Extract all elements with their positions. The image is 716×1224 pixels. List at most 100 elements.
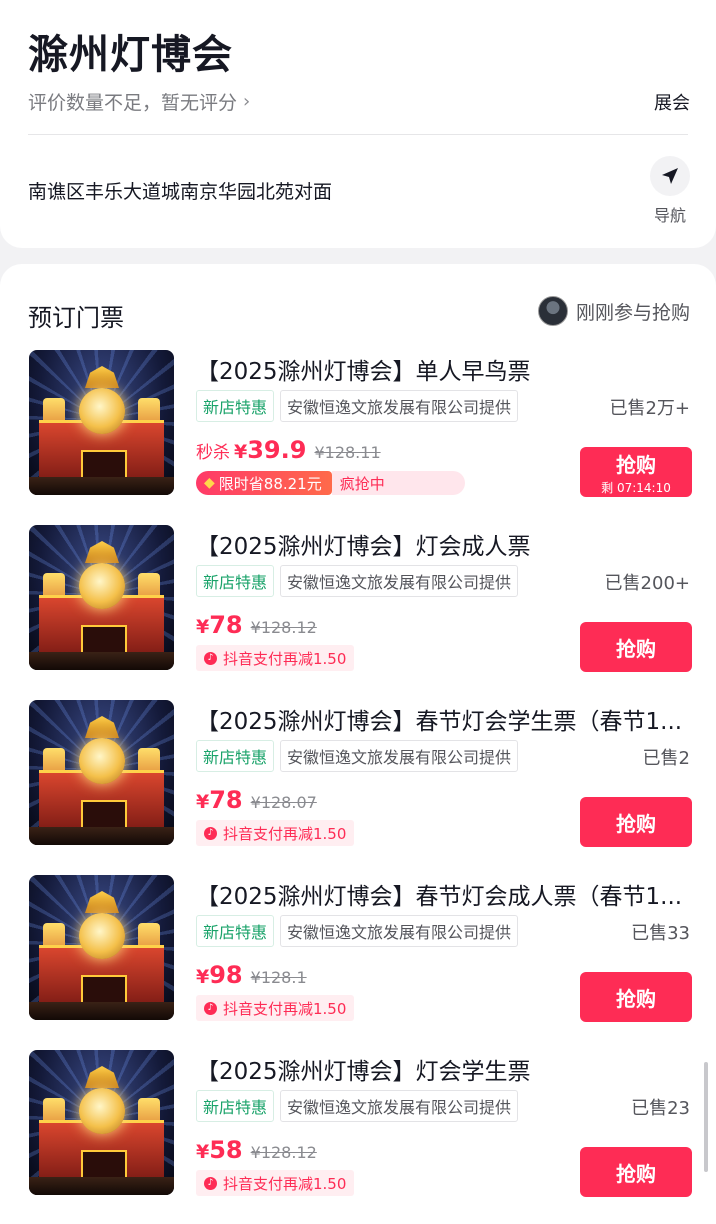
price-symbol: ¥ — [196, 616, 210, 638]
buy-button[interactable]: 抢购 剩 07:14:10 — [580, 447, 692, 497]
provider-tag: 安徽恒逸文旅发展有限公司提供 — [280, 740, 519, 772]
original-price: ¥128.11 — [314, 443, 381, 462]
savings-badge: ◆ 限时省88.21元 — [196, 471, 332, 495]
douyin-pay-badge: ♪ 抖音支付再减1.50 — [196, 1170, 355, 1196]
ticket-tags: 新店特惠 安徽恒逸文旅发展有限公司提供 — [196, 1090, 519, 1122]
recent-purchase-text: 刚刚参与抢购 — [575, 301, 690, 324]
original-price: ¥128.12 — [250, 1143, 317, 1162]
venue-address: 南谯区丰乐大道城南京华园北苑对面 — [28, 181, 333, 203]
navigation-button[interactable]: 导航 — [648, 156, 692, 226]
venue-title: 滁州灯博会 — [28, 32, 233, 78]
ticket-item[interactable]: 【2025滁州灯博会】春节灯会学生票（春节1... 新店特惠 安徽恒逸文旅发展有… — [0, 700, 716, 860]
price-symbol: ¥ — [234, 441, 248, 463]
ticket-name: 【2025滁州灯博会】春节灯会学生票（春节1... — [196, 709, 683, 735]
scrollbar[interactable] — [704, 1062, 708, 1172]
price-symbol: ¥ — [196, 966, 210, 988]
divider — [28, 134, 688, 135]
ticket-item[interactable]: 【2025滁州灯博会】单人早鸟票 新店特惠 安徽恒逸文旅发展有限公司提供 已售2… — [0, 350, 716, 510]
douyin-icon: ♪ — [204, 1001, 217, 1015]
new-store-tag: 新店特惠 — [196, 390, 275, 422]
pay-discount-text: 抖音支付再减1.50 — [223, 824, 347, 843]
rating-text: 评价数量不足，暂无评分 — [28, 92, 238, 114]
ticket-item[interactable]: 【2025滁州灯博会】灯会学生票 新店特惠 安徽恒逸文旅发展有限公司提供 已售2… — [0, 1050, 716, 1210]
category-label: 展会 — [654, 93, 690, 114]
promo-bar: ◆ 限时省88.21元 疯抢中 — [196, 471, 465, 495]
ticket-name: 【2025滁州灯博会】春节灯会成人票（春节1... — [196, 884, 683, 910]
price-row: ¥ 58 ¥128.12 — [196, 1136, 317, 1164]
new-store-tag: 新店特惠 — [196, 565, 275, 597]
hot-status: 疯抢中 — [331, 471, 465, 495]
ticket-name: 【2025滁州灯博会】单人早鸟票 — [196, 359, 531, 385]
buy-button[interactable]: 抢购 — [580, 622, 692, 672]
chevron-right-icon: › — [243, 91, 251, 112]
venue-card: 滁州灯博会 评价数量不足，暂无评分 › 展会 南谯区丰乐大道城南京华园北苑对面 … — [0, 0, 716, 248]
section-title: 预订门票 — [28, 304, 124, 332]
ticket-thumbnail — [29, 1050, 174, 1195]
buy-button[interactable]: 抢购 — [580, 1147, 692, 1197]
pay-discount-text: 抖音支付再减1.50 — [223, 649, 347, 668]
provider-tag: 安徽恒逸文旅发展有限公司提供 — [280, 915, 519, 947]
ticket-name: 【2025滁州灯博会】灯会成人票 — [196, 534, 531, 560]
buy-button[interactable]: 抢购 — [580, 972, 692, 1022]
ticket-name: 【2025滁州灯博会】灯会学生票 — [196, 1059, 531, 1085]
ticket-thumbnail — [29, 700, 174, 845]
price-row: ¥ 98 ¥128.1 — [196, 961, 307, 989]
sale-price: 78 — [209, 611, 243, 639]
avatar — [537, 296, 568, 326]
douyin-icon: ♪ — [204, 826, 217, 840]
new-store-tag: 新店特惠 — [196, 740, 275, 772]
douyin-pay-badge: ♪ 抖音支付再减1.50 — [196, 645, 355, 671]
price-row: ¥ 78 ¥128.12 — [196, 611, 317, 639]
ticket-thumbnail — [29, 350, 174, 495]
provider-tag: 安徽恒逸文旅发展有限公司提供 — [280, 1090, 519, 1122]
douyin-icon: ♪ — [204, 651, 217, 665]
provider-tag: 安徽恒逸文旅发展有限公司提供 — [280, 390, 519, 422]
price-row: 秒杀 ¥ 39.9 ¥128.11 — [196, 436, 381, 464]
ticket-tags: 新店特惠 安徽恒逸文旅发展有限公司提供 — [196, 915, 519, 947]
buy-label: 抢购 — [616, 986, 656, 1011]
ticket-tags: 新店特惠 安徽恒逸文旅发展有限公司提供 — [196, 740, 519, 772]
navigation-label: 导航 — [653, 206, 686, 225]
price-row: ¥ 78 ¥128.07 — [196, 786, 317, 814]
ticket-thumbnail — [29, 525, 174, 670]
price-symbol: ¥ — [196, 791, 210, 813]
douyin-pay-badge: ♪ 抖音支付再减1.50 — [196, 820, 355, 846]
ticket-tags: 新店特惠 安徽恒逸文旅发展有限公司提供 — [196, 390, 519, 422]
price-symbol: ¥ — [196, 1141, 210, 1163]
buy-button[interactable]: 抢购 — [580, 797, 692, 847]
sale-price: 58 — [209, 1136, 243, 1164]
buy-label: 抢购 — [616, 1161, 656, 1186]
ticket-item[interactable]: 【2025滁州灯博会】春节灯会成人票（春节1... 新店特惠 安徽恒逸文旅发展有… — [0, 875, 716, 1035]
pay-discount-text: 抖音支付再减1.50 — [223, 999, 347, 1018]
buy-label: 抢购 — [616, 636, 656, 661]
savings-text: 限时省88.21元 — [218, 474, 322, 493]
ticket-tags: 新店特惠 安徽恒逸文旅发展有限公司提供 — [196, 565, 519, 597]
recent-purchase-indicator: 刚刚参与抢购 — [537, 296, 690, 326]
fire-icon: ◆ — [204, 475, 215, 491]
douyin-icon: ♪ — [204, 1176, 217, 1190]
sold-count: 已售2万+ — [609, 398, 690, 419]
tickets-card: 预订门票 刚刚参与抢购 【2025滁州灯博会】单人早鸟票 新店特惠 安徽恒逸文旅… — [0, 264, 716, 1224]
original-price: ¥128.12 — [250, 618, 317, 637]
buy-label: 抢购 — [616, 811, 656, 836]
rating-link[interactable]: 评价数量不足，暂无评分 › — [28, 88, 250, 115]
original-price: ¥128.1 — [250, 968, 307, 987]
sold-count: 已售2 — [642, 748, 690, 769]
original-price: ¥128.07 — [250, 793, 317, 812]
sale-price: 78 — [209, 786, 243, 814]
ticket-item[interactable]: 【2025滁州灯博会】灯会成人票 新店特惠 安徽恒逸文旅发展有限公司提供 已售2… — [0, 525, 716, 685]
navigation-icon — [650, 156, 690, 196]
sold-count: 已售23 — [631, 1098, 690, 1119]
sold-count: 已售33 — [631, 923, 690, 944]
pay-discount-text: 抖音支付再减1.50 — [223, 1174, 347, 1193]
ticket-thumbnail — [29, 875, 174, 1020]
countdown: 剩 07:14:10 — [601, 480, 671, 495]
flash-sale-label: 秒杀 — [196, 443, 230, 463]
new-store-tag: 新店特惠 — [196, 915, 275, 947]
sale-price: 98 — [209, 961, 243, 989]
douyin-pay-badge: ♪ 抖音支付再减1.50 — [196, 995, 355, 1021]
sold-count: 已售200+ — [604, 573, 690, 594]
buy-label: 抢购 — [616, 452, 656, 477]
new-store-tag: 新店特惠 — [196, 1090, 275, 1122]
sale-price: 39.9 — [247, 436, 307, 464]
